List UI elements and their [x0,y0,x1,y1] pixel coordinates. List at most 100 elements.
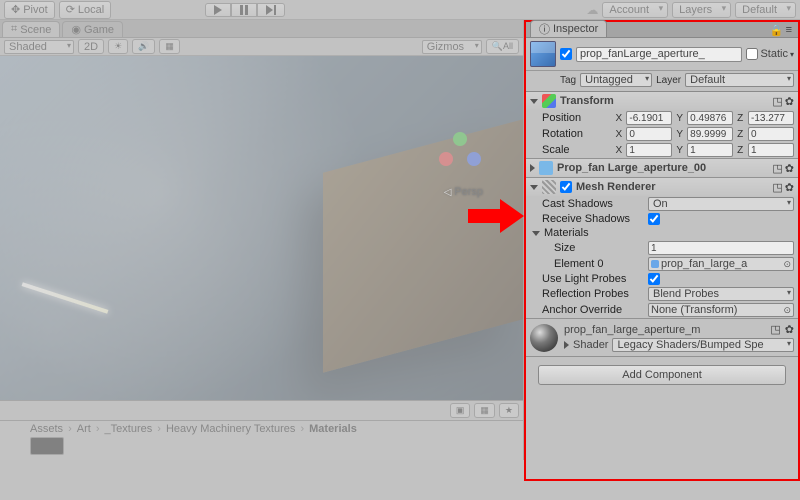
layer-dropdown[interactable]: Default [685,73,794,87]
step-button[interactable] [257,3,285,17]
pivot-label: Pivot [23,3,47,17]
object-name-field[interactable] [576,47,742,62]
gear-icon[interactable]: ✿ [785,95,794,108]
foldout-material[interactable] [564,341,569,349]
transform-icon [542,94,556,108]
iconbuttons[interactable]: ▣ [450,403,471,418]
help-icon[interactable]: ◳ [772,95,782,108]
foldout-transform[interactable] [530,99,538,104]
layout-dropdown[interactable]: Default [735,2,796,18]
renderer-title: Mesh Renderer [576,181,655,193]
meshfilter-title: Prop_fan Large_aperture_00 [557,162,706,174]
scale-y-field[interactable] [687,143,733,157]
crumb-heavy[interactable]: Heavy Machinery Textures [166,423,306,435]
search-scene[interactable]: 🔍All [486,39,519,54]
crumb-textures[interactable]: _Textures [105,423,163,435]
iconbuttons2[interactable]: ▦ [474,403,495,418]
scale-x-field[interactable] [626,143,672,157]
gameobject-icon[interactable] [530,41,556,67]
anchor-override-field[interactable]: None (Transform)⊙ [648,303,794,317]
context-menu-icon[interactable]: ≡ [786,24,792,37]
shader-label: Shader [573,339,608,351]
asset-thumbnail[interactable] [30,437,64,455]
lock-icon[interactable]: 🔒 [770,24,784,37]
reflection-probes-dropdown[interactable]: Blend Probes [648,287,794,301]
account-dropdown[interactable]: Account [602,2,668,18]
layers-dropdown[interactable]: Layers [672,2,731,18]
persp-label: ◁ Persp [444,186,483,198]
foldout-meshfilter[interactable] [530,164,535,172]
help-icon-mat[interactable]: ◳ [770,323,780,336]
cast-shadows-label: Cast Shadows [542,198,644,210]
renderer-icon [542,180,556,194]
tag-label: Tag [560,75,576,86]
rotation-x-field[interactable] [626,127,672,141]
anchor-override-label: Anchor Override [542,304,644,316]
crumb-assets[interactable]: Assets [30,423,74,435]
light-probes-label: Use Light Probes [542,273,644,285]
tab-inspector[interactable]: ⓘInspector [530,20,607,37]
materials-size-field[interactable] [648,241,794,255]
breadcrumb[interactable]: Assets Art _Textures Heavy Machinery Tex… [0,421,523,437]
mesh-geometry [323,119,523,373]
crumb-art[interactable]: Art [77,423,102,435]
material-name: prop_fan_large_aperture_m [564,324,700,336]
toggle-light[interactable]: ☀ [108,39,128,54]
help-icon-mf[interactable]: ◳ [772,162,782,175]
pivot-button[interactable]: ✥ Pivot [4,1,55,19]
local-label: Local [78,3,104,17]
static-dropdown-icon[interactable]: ▾ [790,50,794,59]
object-picker-icon-2[interactable]: ⊙ [783,305,791,316]
toggle-fx[interactable]: ▦ [159,39,180,54]
game-icon: ◉ [71,23,81,36]
tab-game[interactable]: ◉Game [62,21,123,37]
static-checkbox[interactable] [746,48,758,60]
cast-shadows-dropdown[interactable]: On [648,197,794,211]
static-label: Static [760,48,788,60]
pause-button[interactable] [231,3,257,17]
gizmos-dropdown[interactable]: Gizmos [422,40,482,54]
rotation-z-field[interactable] [748,127,794,141]
cloud-icon[interactable]: ☁ [586,3,598,17]
scene-viewport[interactable]: ◁ Persp [0,56,523,400]
add-component-button[interactable]: Add Component [538,365,786,385]
material-preview-sphere[interactable] [530,324,558,352]
active-checkbox[interactable] [560,48,572,60]
object-picker-icon[interactable]: ⊙ [783,259,791,270]
element0-label: Element 0 [554,258,644,270]
rotation-y-field[interactable] [687,127,733,141]
foldout-materials[interactable] [532,231,540,236]
receive-shadows-checkbox[interactable] [648,213,660,225]
play-button[interactable] [205,3,231,17]
toggle-audio[interactable]: 🔊 [132,39,155,54]
light-probes-checkbox[interactable] [648,273,660,285]
tag-dropdown[interactable]: Untagged [580,73,652,87]
materials-label: Materials [544,227,589,239]
position-y-field[interactable] [687,111,733,125]
foldout-renderer[interactable] [530,185,538,190]
local-button[interactable]: ⟳ Local [59,1,112,19]
help-icon-mr[interactable]: ◳ [772,181,782,194]
toggle-2d[interactable]: 2D [78,39,104,54]
position-label: Position [542,112,612,124]
element0-field[interactable]: prop_fan_large_a⊙ [648,257,794,271]
iconbuttons3[interactable]: ★ [499,403,519,418]
orientation-gizmo[interactable] [433,126,483,176]
gear-icon-mat[interactable]: ✿ [785,323,794,336]
position-z-field[interactable] [748,111,794,125]
position-x-field[interactable] [626,111,672,125]
shader-dropdown[interactable]: Legacy Shaders/Bumped Spe [612,338,794,352]
inspector-icon: ⓘ [539,21,550,37]
layer-label: Layer [656,75,681,86]
crumb-materials[interactable]: Materials [309,423,361,435]
scale-z-field[interactable] [748,143,794,157]
shading-dropdown[interactable]: Shaded [4,40,74,54]
gear-icon-mf[interactable]: ✿ [785,162,794,175]
gear-icon-mr[interactable]: ✿ [785,181,794,194]
material-icon [651,260,659,268]
step-icon [266,5,276,15]
receive-shadows-label: Receive Shadows [542,213,644,225]
tab-scene[interactable]: ⌗Scene [2,21,60,37]
renderer-enable-checkbox[interactable] [560,181,572,193]
callout-arrow [468,199,524,233]
